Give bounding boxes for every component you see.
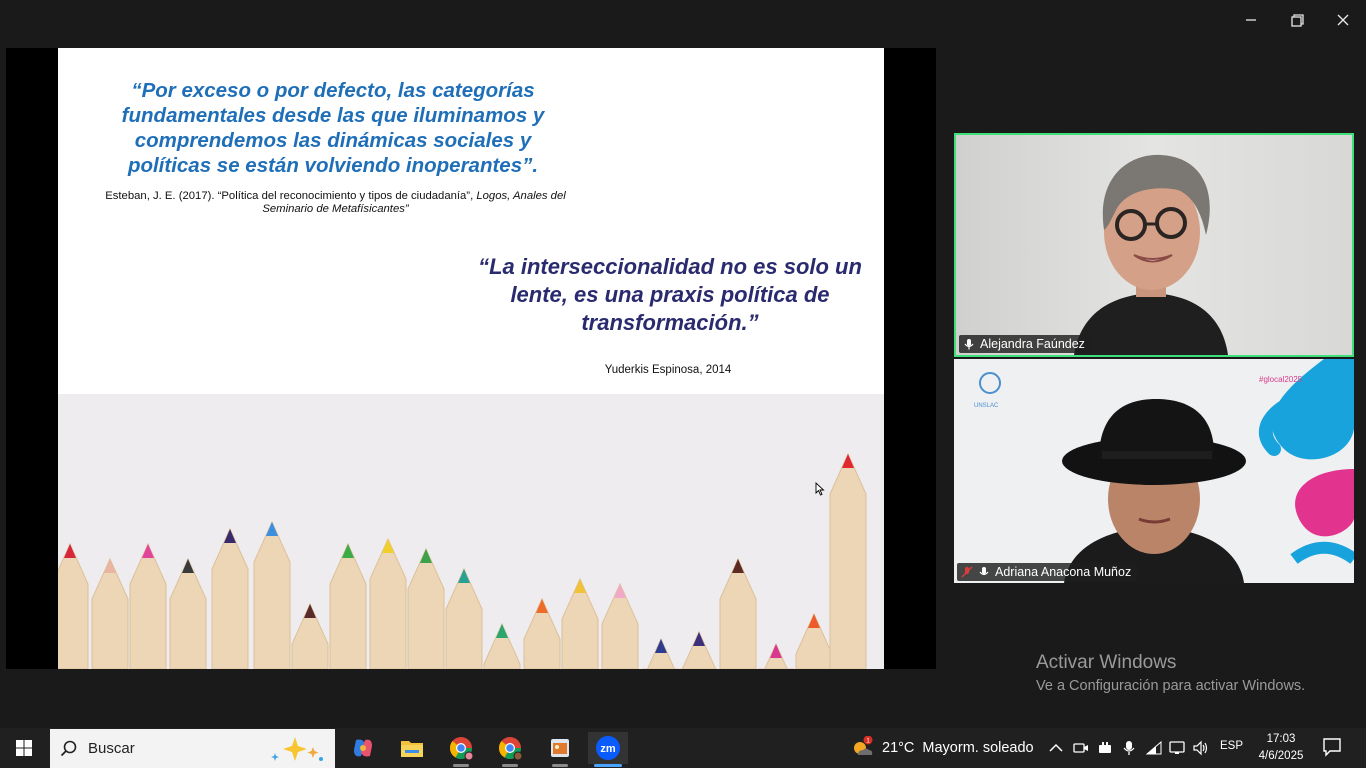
speaker-icon bbox=[1193, 740, 1208, 756]
unmuted-mic-icon bbox=[964, 339, 974, 350]
microphone-icon bbox=[1123, 741, 1135, 755]
participant-name: Adriana Anacona Muñoz bbox=[995, 565, 1132, 579]
video-tile-adriana[interactable]: UNSLAC #glocal2025 Adriana Anacona Muñoz bbox=[954, 359, 1354, 583]
watermark-title: Activar Windows bbox=[1036, 652, 1177, 673]
network-tray[interactable] bbox=[1144, 732, 1164, 764]
pin-icon bbox=[979, 567, 989, 576]
search-placeholder: Buscar bbox=[88, 740, 135, 757]
weather-badge: 1 bbox=[866, 738, 870, 745]
meet-now-tray[interactable] bbox=[1071, 732, 1091, 764]
partly-sunny-icon: 1 bbox=[854, 736, 873, 755]
windows-start-icon[interactable] bbox=[8, 736, 40, 760]
image-viewer-icon bbox=[551, 739, 569, 757]
event-hashtag: #glocal2025 bbox=[1259, 375, 1303, 384]
participant-name: Alejandra Faúndez bbox=[980, 337, 1085, 351]
citation-1-text: Esteban, J. E. (2017). “Política del rec… bbox=[105, 190, 477, 202]
security-tray[interactable] bbox=[1167, 732, 1187, 764]
mouse-cursor-icon bbox=[815, 482, 825, 496]
minimize-button[interactable] bbox=[1236, 6, 1266, 34]
clock-time: 17:03 bbox=[1266, 733, 1296, 745]
svg-text:zm: zm bbox=[600, 743, 616, 755]
close-button[interactable] bbox=[1328, 6, 1358, 34]
muted-mic-icon bbox=[961, 566, 973, 578]
copilot-sparkle-icon[interactable] bbox=[265, 735, 327, 763]
restore-button[interactable] bbox=[1282, 6, 1312, 34]
notification-center-icon[interactable] bbox=[1322, 737, 1342, 757]
minimize-icon bbox=[1246, 19, 1256, 21]
zoom-app[interactable]: zm bbox=[588, 732, 628, 767]
slide-citation-1: Esteban, J. E. (2017). “Política del rec… bbox=[98, 190, 573, 215]
file-explorer-app[interactable] bbox=[392, 732, 432, 764]
battery-tray[interactable] bbox=[1095, 732, 1115, 764]
colored-pencils-image bbox=[58, 394, 884, 669]
chrome-icon bbox=[499, 737, 523, 761]
participant-video bbox=[956, 135, 1352, 355]
org-logo-text: UNSLAC bbox=[974, 403, 999, 409]
copilot-app[interactable] bbox=[343, 732, 383, 764]
wifi-icon bbox=[1146, 741, 1162, 755]
slide-quote-1: “Por exceso o por defecto, las categoría… bbox=[121, 79, 545, 177]
participant-name-tag: Adriana Anacona Muñoz bbox=[957, 563, 1138, 581]
presentation-slide: “Por exceso o por defecto, las categoría… bbox=[58, 48, 884, 669]
folder-icon bbox=[401, 741, 423, 757]
video-tile-alejandra[interactable]: Alejandra Faúndez bbox=[954, 133, 1354, 357]
weather-temperature: 21°C bbox=[882, 740, 915, 756]
chrome-profile-app[interactable] bbox=[490, 732, 530, 767]
weather-widget[interactable]: 1 21°C Mayorm. soleado bbox=[850, 732, 1034, 764]
taskbar-search-box[interactable]: Buscar bbox=[50, 729, 335, 768]
title-bar bbox=[0, 0, 1366, 40]
clock-date: 4/6/2025 bbox=[1258, 750, 1304, 762]
slide-citation-2: Yuderkis Espinosa, 2014 bbox=[604, 364, 732, 376]
taskbar: Buscar zm 1 21°C Mayorm. soleado ESP 17:… bbox=[0, 728, 1366, 768]
taskbar-clock[interactable]: 17:03 4/6/2025 bbox=[1252, 731, 1310, 765]
zoom-icon: zm bbox=[596, 736, 620, 760]
close-icon bbox=[1337, 14, 1349, 26]
slide-quote-2: “La interseccionalidad no es solo un len… bbox=[478, 254, 862, 335]
search-icon bbox=[60, 740, 77, 756]
watermark-subtitle: Ve a Configuración para activar Windows. bbox=[1036, 678, 1306, 694]
restore-icon bbox=[1290, 13, 1304, 27]
monitor-icon bbox=[1169, 741, 1185, 754]
show-hidden-icons-button[interactable] bbox=[1046, 732, 1066, 764]
video-camera-icon bbox=[1073, 743, 1088, 753]
weather-condition: Mayorm. soleado bbox=[922, 740, 1034, 756]
input-language[interactable]: ESP bbox=[1220, 740, 1243, 752]
chrome-app[interactable] bbox=[441, 732, 481, 767]
activate-windows-watermark: Activar Windows Ve a Configuración para … bbox=[1036, 651, 1305, 695]
microphone-tray[interactable] bbox=[1119, 732, 1139, 764]
copilot-icon bbox=[354, 739, 372, 757]
volume-tray[interactable] bbox=[1190, 732, 1210, 764]
media-app[interactable] bbox=[540, 732, 580, 767]
shared-screen[interactable]: “Por exceso o por defecto, las categoría… bbox=[6, 48, 936, 669]
chevron-up-icon bbox=[1049, 743, 1063, 752]
participant-video: UNSLAC #glocal2025 bbox=[954, 359, 1354, 583]
power-plug-icon bbox=[1099, 742, 1111, 753]
participant-name-tag: Alejandra Faúndez bbox=[959, 335, 1091, 353]
chrome-icon bbox=[450, 737, 474, 761]
